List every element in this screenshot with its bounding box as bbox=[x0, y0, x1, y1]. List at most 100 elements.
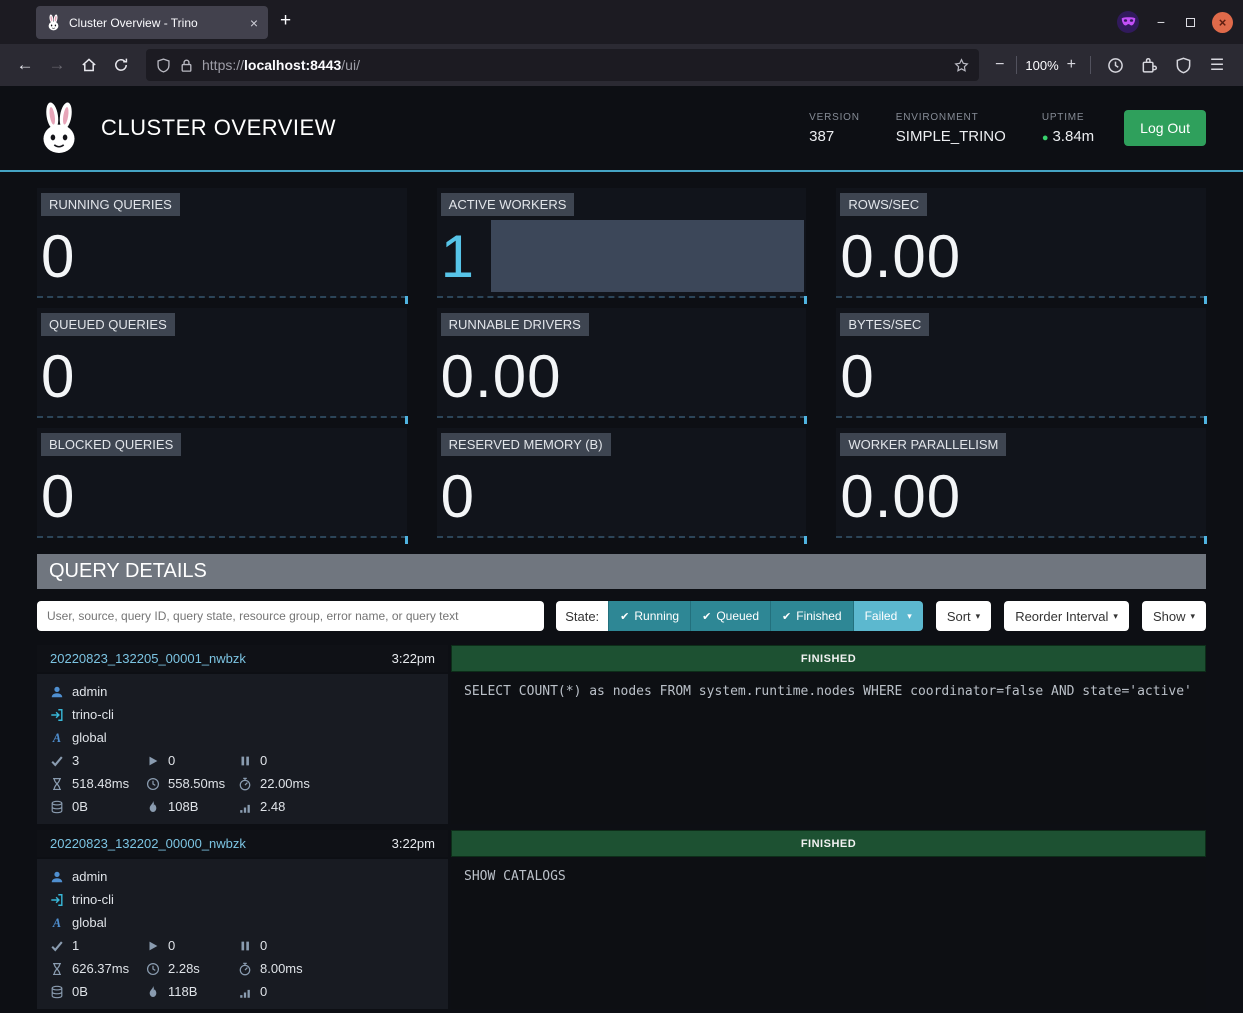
stat-label: WORKER PARALLELISM bbox=[840, 433, 1006, 456]
stat-value: 0.00 bbox=[441, 342, 562, 412]
stat-value: 0 bbox=[41, 222, 75, 292]
stat-blocked-queries: BLOCKED QUERIES 0 bbox=[37, 428, 407, 538]
url-text: https://localhost:8443/ui/ bbox=[202, 57, 946, 73]
url-bar[interactable]: https://localhost:8443/ui/ bbox=[146, 49, 979, 81]
browser-navbar: ← → https://localhost:8443/ui/ − 100% + … bbox=[0, 44, 1243, 86]
logout-button[interactable]: Log Out bbox=[1124, 110, 1206, 146]
environment-meta: ENVIRONMENT SIMPLE_TRINO bbox=[896, 112, 1006, 145]
bookmark-star-icon[interactable] bbox=[954, 58, 969, 73]
privacy-shield-icon[interactable] bbox=[1167, 50, 1199, 80]
home-button[interactable] bbox=[74, 50, 104, 80]
stat-label: BLOCKED QUERIES bbox=[41, 433, 181, 456]
state-filter-group: State: ✔Running ✔Queued ✔Finished Failed… bbox=[556, 601, 923, 631]
uptime-value: ●3.84m bbox=[1042, 128, 1094, 145]
trino-logo bbox=[37, 101, 81, 155]
sort-dropdown[interactable]: Sort▾ bbox=[936, 601, 991, 631]
running-splits-icon bbox=[146, 939, 160, 953]
elapsed-time: 2.28s bbox=[168, 961, 200, 976]
page-header: CLUSTER OVERVIEW VERSION 387 ENVIRONMENT… bbox=[0, 86, 1243, 172]
private-browsing-icon bbox=[1117, 11, 1139, 33]
reorder-interval-dropdown[interactable]: Reorder Interval▾ bbox=[1004, 601, 1129, 631]
queued-splits: 0 bbox=[260, 753, 267, 768]
query-id-row: 20220823_132202_00000_nwbzk 3:22pm bbox=[37, 830, 448, 857]
back-button[interactable]: ← bbox=[10, 50, 40, 80]
stat-running-queries: RUNNING QUERIES 0 bbox=[37, 188, 407, 298]
query-time: 3:22pm bbox=[392, 651, 435, 666]
state-filter-queued[interactable]: ✔Queued bbox=[690, 601, 770, 631]
close-window-button[interactable]: × bbox=[1212, 12, 1233, 33]
stat-worker-parallelism: WORKER PARALLELISM 0.00 bbox=[836, 428, 1206, 538]
history-clock-icon[interactable] bbox=[1099, 50, 1131, 80]
queued-splits-icon bbox=[238, 939, 252, 953]
restore-button[interactable] bbox=[1183, 14, 1197, 30]
minimize-button[interactable]: − bbox=[1154, 14, 1168, 30]
query-search-input[interactable] bbox=[37, 601, 544, 631]
chevron-down-icon: ▾ bbox=[1113, 611, 1118, 622]
query-user: admin bbox=[72, 869, 107, 884]
query-id-link[interactable]: 20220823_132205_00001_nwbzk bbox=[50, 651, 384, 666]
tracking-protection-shield-icon[interactable] bbox=[156, 58, 171, 73]
stat-label: ROWS/SEC bbox=[840, 193, 927, 216]
zoom-in-button[interactable]: + bbox=[1061, 56, 1082, 74]
check-icon: ✔ bbox=[620, 610, 629, 623]
queued-splits: 0 bbox=[260, 938, 267, 953]
show-dropdown[interactable]: Show▾ bbox=[1142, 601, 1206, 631]
cpu-time: 22.00ms bbox=[260, 776, 310, 791]
browser-tab[interactable]: Cluster Overview - Trino × bbox=[36, 6, 268, 39]
wall-time: 518.48ms bbox=[72, 776, 129, 791]
wall-time-icon bbox=[50, 777, 64, 791]
state-filter-failed-dropdown[interactable]: Failed▾ bbox=[853, 601, 923, 631]
zoom-out-button[interactable]: − bbox=[989, 56, 1010, 74]
query-status-bar: FINISHED bbox=[451, 645, 1206, 672]
query-id-link[interactable]: 20220823_132202_00000_nwbzk bbox=[50, 836, 384, 851]
new-tab-button[interactable]: + bbox=[280, 10, 291, 32]
state-filter-finished[interactable]: ✔Finished bbox=[770, 601, 853, 631]
uptime-meta: UPTIME ●3.84m bbox=[1042, 112, 1094, 145]
version-value: 387 bbox=[809, 128, 860, 145]
check-icon: ✔ bbox=[782, 610, 791, 623]
chevron-down-icon: ▾ bbox=[907, 611, 912, 622]
state-filter-running[interactable]: ✔Running bbox=[608, 601, 690, 631]
cumulative-memory: 118B bbox=[168, 984, 197, 999]
query-source: trino-cli bbox=[72, 707, 114, 722]
chevron-down-icon: ▾ bbox=[976, 611, 981, 622]
version-meta: VERSION 387 bbox=[809, 112, 860, 145]
check-icon: ✔ bbox=[702, 610, 711, 623]
environment-label: ENVIRONMENT bbox=[896, 112, 1006, 123]
browser-window: Cluster Overview - Trino × + − × ← → htt… bbox=[0, 0, 1243, 1013]
window-controls: − × bbox=[1117, 0, 1233, 44]
current-memory-icon bbox=[50, 985, 64, 999]
parallelism-icon bbox=[238, 985, 252, 999]
state-filter-label: State: bbox=[556, 601, 608, 631]
running-splits: 0 bbox=[168, 753, 175, 768]
user-icon bbox=[50, 685, 64, 699]
current-memory: 0B bbox=[72, 799, 88, 814]
query-user: admin bbox=[72, 684, 107, 699]
cluster-stats-grid: RUNNING QUERIES 0 ACTIVE WORKERS 1 ROWS/… bbox=[37, 188, 1206, 538]
stat-value: 0 bbox=[441, 462, 475, 532]
browser-tab-bar: Cluster Overview - Trino × + − × bbox=[0, 0, 1243, 44]
cpu-time-icon bbox=[238, 777, 252, 791]
stat-queued-queries: QUEUED QUERIES 0 bbox=[37, 308, 407, 418]
environment-value: SIMPLE_TRINO bbox=[896, 128, 1006, 145]
completed-splits: 1 bbox=[72, 938, 79, 953]
reload-button[interactable] bbox=[106, 50, 136, 80]
stat-rows-per-sec: ROWS/SEC 0.00 bbox=[836, 188, 1206, 298]
menu-button[interactable]: ☰ bbox=[1201, 50, 1233, 80]
zoom-level[interactable]: 100% bbox=[1023, 58, 1060, 73]
completed-splits-icon bbox=[50, 754, 64, 768]
sparkline-fill bbox=[491, 220, 804, 292]
tab-close-icon[interactable]: × bbox=[250, 15, 258, 31]
forward-button[interactable]: → bbox=[42, 50, 72, 80]
stat-label: BYTES/SEC bbox=[840, 313, 929, 336]
query-card: 20220823_132205_00001_nwbzk 3:22pm FINIS… bbox=[37, 645, 1206, 824]
source-icon bbox=[50, 708, 64, 722]
cluster-meta: VERSION 387 ENVIRONMENT SIMPLE_TRINO UPT… bbox=[809, 112, 1094, 145]
extensions-icon[interactable] bbox=[1133, 50, 1165, 80]
tab-title: Cluster Overview - Trino bbox=[69, 16, 242, 30]
query-card: 20220823_132202_00000_nwbzk 3:22pm FINIS… bbox=[37, 830, 1206, 1009]
stat-runnable-drivers: RUNNABLE DRIVERS 0.00 bbox=[437, 308, 807, 418]
query-sql-text: SHOW CATALOGS bbox=[451, 859, 1206, 1009]
completed-splits: 3 bbox=[72, 753, 79, 768]
lock-icon[interactable] bbox=[179, 58, 194, 73]
